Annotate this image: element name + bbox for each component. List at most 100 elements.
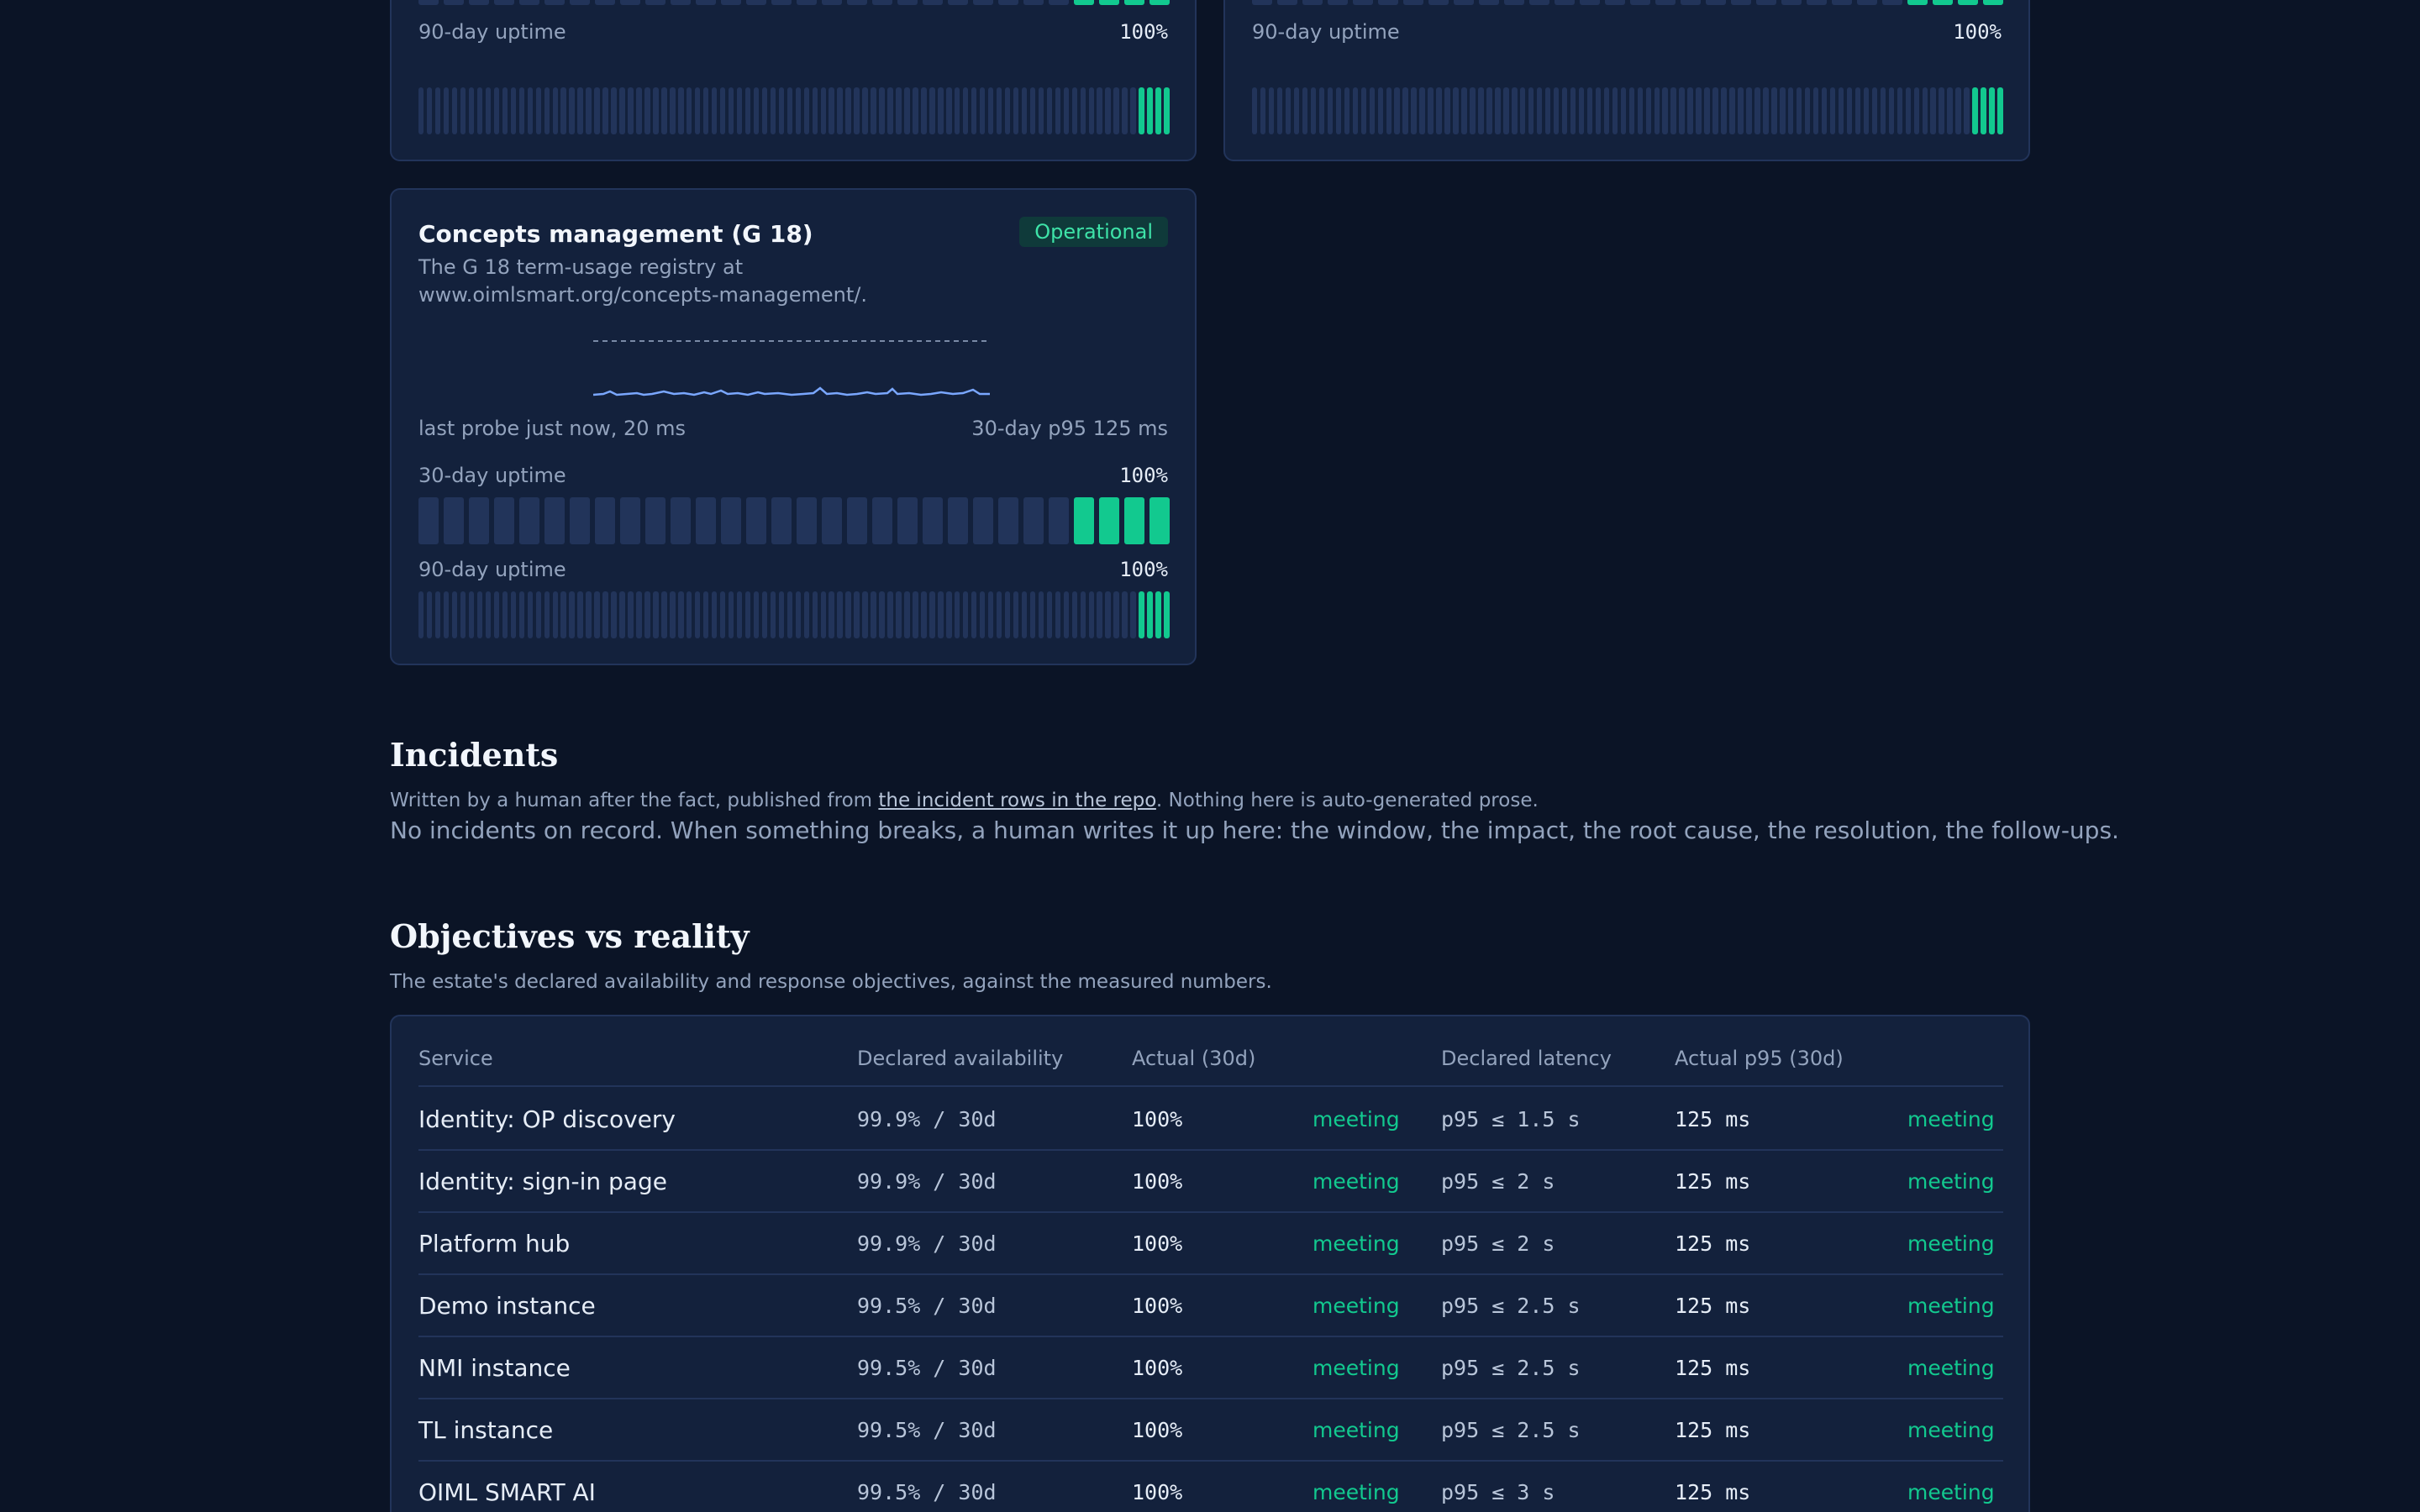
uptime-day-no-data[interactable] (1428, 87, 1434, 134)
uptime-day-no-data[interactable] (1029, 87, 1036, 134)
uptime-day-no-data[interactable] (570, 497, 590, 544)
uptime-day-no-data[interactable] (1712, 87, 1718, 134)
uptime-day-no-data[interactable] (1696, 87, 1702, 134)
uptime-day-no-data[interactable] (444, 497, 464, 544)
uptime-day-up[interactable] (1150, 0, 1170, 5)
uptime-day-no-data[interactable] (761, 591, 768, 638)
uptime-day-no-data[interactable] (771, 0, 792, 5)
uptime-day-no-data[interactable] (1419, 87, 1425, 134)
uptime-day-no-data[interactable] (1561, 87, 1568, 134)
uptime-day-no-data[interactable] (1268, 87, 1275, 134)
uptime-day-no-data[interactable] (962, 87, 969, 134)
uptime-day-no-data[interactable] (1454, 0, 1474, 5)
uptime-day-no-data[interactable] (1411, 87, 1417, 134)
uptime-day-no-data[interactable] (1578, 87, 1585, 134)
uptime-day-up[interactable] (1147, 87, 1153, 134)
uptime-day-no-data[interactable] (1479, 0, 1499, 5)
uptime-day-up[interactable] (1907, 0, 1928, 5)
uptime-day-no-data[interactable] (829, 87, 834, 134)
uptime-day-no-data[interactable] (979, 87, 986, 134)
uptime-day-no-data[interactable] (628, 591, 634, 638)
uptime-day-no-data[interactable] (1670, 87, 1676, 134)
uptime-day-no-data[interactable] (812, 591, 818, 638)
uptime-day-no-data[interactable] (1854, 87, 1861, 134)
uptime-day-no-data[interactable] (971, 87, 977, 134)
uptime-day-no-data[interactable] (820, 591, 826, 638)
uptime-day-no-data[interactable] (1013, 591, 1019, 638)
uptime-day-up[interactable] (1983, 0, 2003, 5)
uptime-day-no-data[interactable] (1122, 87, 1128, 134)
uptime-day-no-data[interactable] (671, 497, 691, 544)
uptime-day-no-data[interactable] (1863, 87, 1870, 134)
uptime-day-no-data[interactable] (872, 0, 892, 5)
uptime-day-no-data[interactable] (721, 497, 741, 544)
uptime-day-no-data[interactable] (973, 497, 993, 544)
uptime-day-no-data[interactable] (611, 591, 617, 638)
uptime-day-no-data[interactable] (795, 87, 802, 134)
uptime-day-no-data[interactable] (418, 87, 424, 134)
uptime-day-no-data[interactable] (1520, 87, 1526, 134)
uptime-day-no-data[interactable] (778, 591, 785, 638)
uptime-day-no-data[interactable] (871, 591, 876, 638)
uptime-day-no-data[interactable] (1595, 87, 1602, 134)
uptime-day-no-data[interactable] (678, 591, 684, 638)
uptime-day-no-data[interactable] (434, 87, 441, 134)
uptime-day-no-data[interactable] (1807, 0, 1827, 5)
uptime-day-no-data[interactable] (753, 591, 760, 638)
uptime-day-up[interactable] (1155, 591, 1161, 638)
uptime-day-no-data[interactable] (1402, 87, 1408, 134)
uptime-day-no-data[interactable] (962, 591, 969, 638)
uptime-day-no-data[interactable] (1369, 87, 1376, 134)
uptime-day-no-data[interactable] (1293, 87, 1300, 134)
uptime-day-no-data[interactable] (1013, 87, 1019, 134)
uptime-day-no-data[interactable] (744, 87, 751, 134)
uptime-day-no-data[interactable] (1630, 0, 1650, 5)
uptime-day-no-data[interactable] (929, 591, 935, 638)
uptime-day-no-data[interactable] (923, 0, 943, 5)
uptime-day-no-data[interactable] (879, 591, 885, 638)
uptime-day-no-data[interactable] (595, 497, 615, 544)
uptime-day-no-data[interactable] (1655, 0, 1676, 5)
uptime-day-no-data[interactable] (694, 87, 701, 134)
uptime-day-no-data[interactable] (1603, 87, 1610, 134)
uptime-day-no-data[interactable] (1504, 0, 1524, 5)
uptime-day-no-data[interactable] (1486, 87, 1492, 134)
uptime-day-no-data[interactable] (518, 87, 525, 134)
uptime-day-no-data[interactable] (476, 591, 483, 638)
uptime-day-no-data[interactable] (1302, 87, 1308, 134)
uptime-day-no-data[interactable] (535, 591, 542, 638)
uptime-day-no-data[interactable] (702, 87, 709, 134)
uptime-day-no-data[interactable] (1285, 87, 1292, 134)
uptime-day-no-data[interactable] (721, 0, 741, 5)
uptime-day-no-data[interactable] (644, 591, 650, 638)
uptime-day-no-data[interactable] (987, 87, 994, 134)
uptime-day-no-data[interactable] (1276, 87, 1283, 134)
uptime-day-no-data[interactable] (1687, 87, 1693, 134)
uptime-day-no-data[interactable] (1088, 87, 1094, 134)
uptime-day-no-data[interactable] (1063, 87, 1070, 134)
uptime-day-no-data[interactable] (1130, 591, 1136, 638)
uptime-day-no-data[interactable] (595, 0, 615, 5)
uptime-day-no-data[interactable] (1804, 87, 1811, 134)
uptime-day-no-data[interactable] (426, 87, 433, 134)
uptime-day-no-data[interactable] (1721, 87, 1727, 134)
uptime-day-no-data[interactable] (1503, 87, 1509, 134)
uptime-day-no-data[interactable] (1947, 87, 1953, 134)
uptime-day-no-data[interactable] (1536, 87, 1543, 134)
uptime-day-no-data[interactable] (1731, 0, 1751, 5)
uptime-day-up[interactable] (1139, 87, 1144, 134)
uptime-day-up[interactable] (1074, 0, 1094, 5)
uptime-day-up[interactable] (1155, 87, 1161, 134)
uptime-day-no-data[interactable] (671, 0, 691, 5)
uptime-day-no-data[interactable] (510, 591, 517, 638)
uptime-day-no-data[interactable] (753, 87, 760, 134)
uptime-day-no-data[interactable] (1277, 0, 1297, 5)
uptime-day-no-data[interactable] (1528, 87, 1534, 134)
uptime-day-no-data[interactable] (1310, 87, 1317, 134)
uptime-day-no-data[interactable] (837, 87, 843, 134)
uptime-day-no-data[interactable] (1871, 87, 1878, 134)
uptime-day-no-data[interactable] (1097, 87, 1102, 134)
uptime-day-no-data[interactable] (1829, 87, 1836, 134)
uptime-day-no-data[interactable] (1788, 87, 1794, 134)
uptime-day-no-data[interactable] (1046, 591, 1053, 638)
